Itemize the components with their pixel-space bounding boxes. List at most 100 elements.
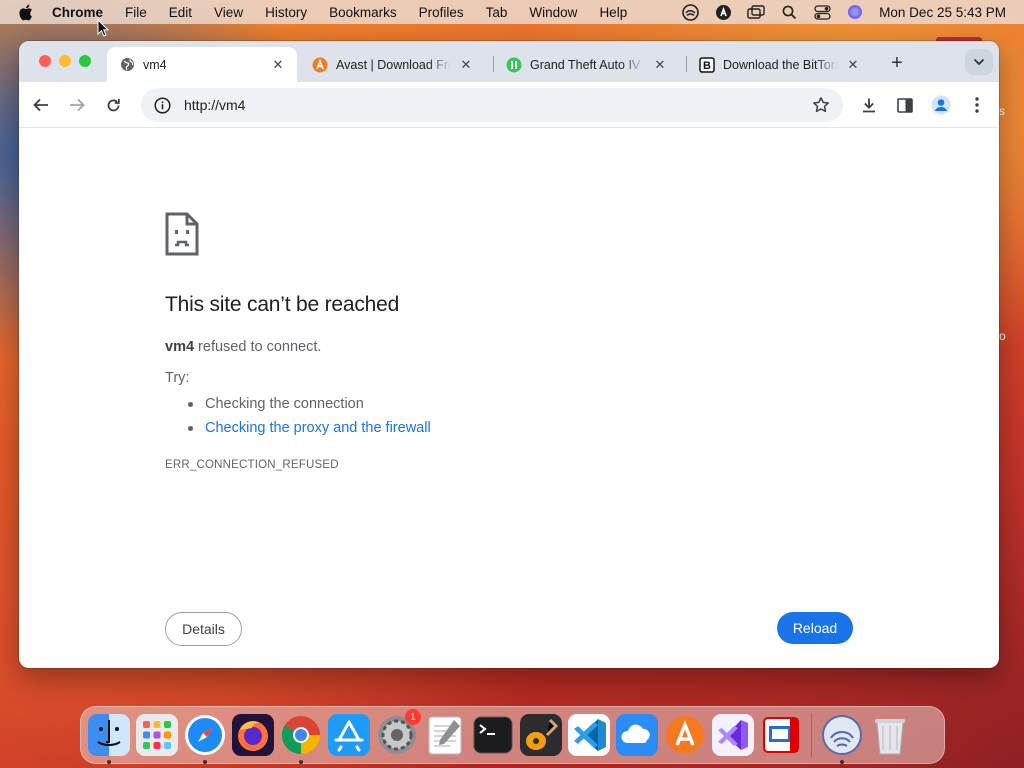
spotlight-search-icon[interactable] [780,3,798,21]
tab-title: vm4 [143,57,167,72]
textedit-icon [428,716,462,755]
trash-icon [875,719,905,755]
dock-safari[interactable] [183,713,227,764]
close-tab-icon[interactable]: ✕ [459,57,473,72]
dock-terminal[interactable] [471,713,515,757]
background-window-fragment: o [999,329,1006,343]
try-label: Try: [165,370,190,386]
dock-textedit[interactable] [423,713,467,757]
window-switcher-icon[interactable] [747,3,765,21]
minimize-window-button[interactable] [59,55,71,67]
menu-tab[interactable]: Tab [486,5,508,20]
zoom-window-button[interactable] [79,55,91,67]
running-indicator [840,760,844,764]
dock-vscode[interactable] [567,713,611,757]
menu-view[interactable]: View [214,5,243,20]
apple-menu-icon[interactable] [18,4,38,21]
back-button[interactable] [29,93,53,117]
dock-bittorrent[interactable] [820,713,864,764]
bittorrent-icon[interactable] [681,3,699,21]
tab-search-button[interactable] [965,49,993,75]
chrome-window: vm4 ✕ Avast | Download Free ✕ Grand Thef… [19,41,999,668]
site-info-icon[interactable] [153,96,171,114]
three-dots-vertical-icon [975,97,979,113]
dock-chrome[interactable] [279,713,323,764]
tab-gta[interactable]: Grand Theft Auto IV N ✕ [494,47,679,82]
close-tab-icon[interactable]: ✕ [653,57,667,72]
dock-remote-desktop[interactable] [759,713,803,757]
siri-icon[interactable] [846,3,864,21]
dock-firefox[interactable] [231,713,275,757]
menu-app-name[interactable]: Chrome [52,5,103,20]
error-description: vm4 refused to connect. [165,339,321,355]
close-window-button[interactable] [39,55,51,67]
terminal-icon [473,716,513,754]
menu-window[interactable]: Window [529,5,577,20]
background-window-fragment: s [999,104,1005,118]
menu-file[interactable]: File [125,5,147,20]
suggestions-list: Checking the connection Checking the pro… [188,394,431,442]
tab-bittorrent[interactable]: B Download the BitTorrent ✕ [687,47,872,82]
dock-launchpad[interactable] [135,713,179,757]
dock-separator [811,713,812,757]
remote-desktop-icon [763,717,799,753]
tab-title: Download the BitTorrent [723,57,838,72]
notification-badge: 1 [405,709,421,725]
sad-document-icon [165,212,199,256]
side-panel-button[interactable] [893,93,917,117]
dock-garageband[interactable] [519,713,563,757]
dock-system-preferences[interactable]: 1 [375,709,421,757]
firefox-icon [232,714,274,756]
green-circle-icon [506,57,522,73]
running-indicator [203,760,207,764]
close-tab-icon[interactable]: ✕ [271,57,285,72]
dock-trash[interactable] [868,713,912,757]
reload-toolbar-button[interactable] [101,93,125,117]
globe-icon [119,57,135,73]
bookmark-star-icon[interactable] [811,95,831,115]
running-indicator [299,760,303,764]
arrow-left-icon [33,98,48,112]
cloud-icon [616,714,658,756]
tab-avast[interactable]: Avast | Download Free ✕ [300,47,485,82]
close-tab-icon[interactable]: ✕ [846,57,860,72]
avatar-icon [931,95,951,115]
dock-visual-studio[interactable] [711,713,755,757]
chevron-down-icon [973,58,985,66]
error-page: This site can’t be reached vm4 refused t… [19,128,999,668]
tab-vm4[interactable]: vm4 ✕ [107,47,297,82]
dock-avast[interactable] [663,713,707,757]
menu-edit[interactable]: Edit [169,5,192,20]
avast-icon [666,716,704,754]
url-text[interactable]: http://vm4 [184,97,811,113]
address-bar[interactable]: http://vm4 [141,88,843,122]
error-title: This site can’t be reached [165,293,400,316]
dock-app-store[interactable] [327,713,371,757]
menu-history[interactable]: History [265,5,307,20]
menu-profiles[interactable]: Profiles [419,5,464,20]
dock-finder[interactable] [87,713,131,764]
reload-button[interactable]: Reload [777,612,853,644]
bittorrent-icon [822,715,862,755]
menubar-clock[interactable]: Mon Dec 25 5:43 PM [879,5,1006,20]
new-tab-button[interactable]: + [885,51,909,75]
menu-help[interactable]: Help [599,5,627,20]
control-center-icon[interactable] [813,3,831,21]
menu-bookmarks[interactable]: Bookmarks [329,5,397,20]
avast-icon[interactable] [714,3,732,21]
forward-button[interactable] [65,93,89,117]
running-indicator [107,760,111,764]
error-code: ERR_CONNECTION_REFUSED [165,459,339,471]
downloads-button[interactable] [857,93,881,117]
dock: 1 [80,706,945,764]
profile-button[interactable] [929,93,953,117]
details-button[interactable]: Details [165,612,242,646]
chrome-menu-button[interactable] [965,93,989,117]
chrome-icon [281,716,321,755]
arrow-right-icon [70,98,85,112]
window-controls [39,55,99,67]
vscode-icon [568,714,610,756]
dock-icloud[interactable] [615,713,659,757]
b-letter-icon: B [699,56,715,73]
suggestion-check-proxy-firewall-link[interactable]: Checking the proxy and the firewall [188,418,431,442]
